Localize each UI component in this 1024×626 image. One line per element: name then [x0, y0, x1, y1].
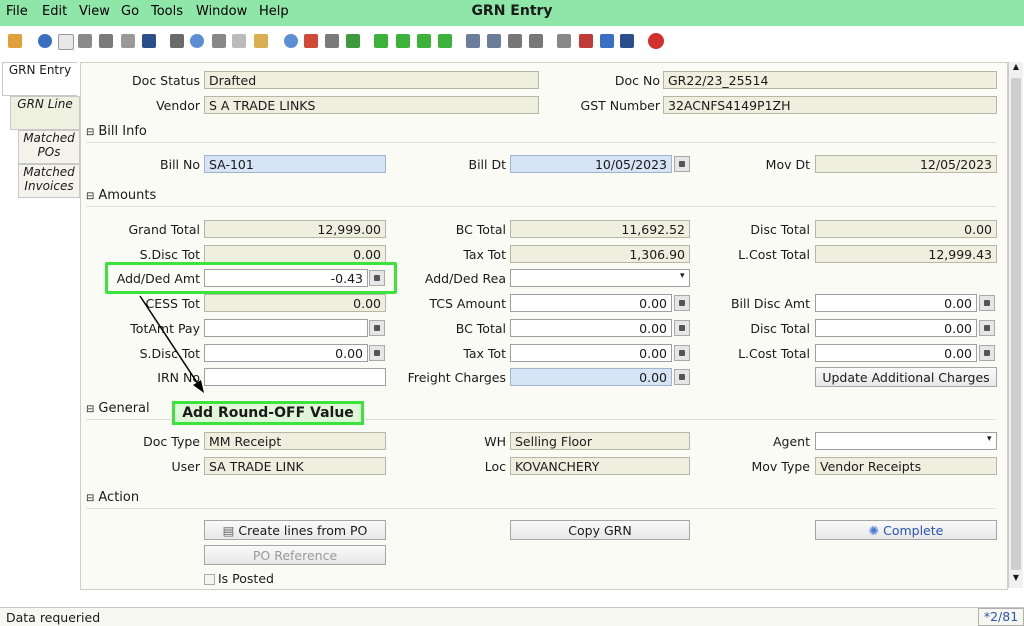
section-general-title: General: [98, 401, 150, 416]
user-field: SA TRADE LINK: [204, 457, 386, 475]
mov-type-field: Vendor Receipts: [815, 457, 997, 475]
agent-select[interactable]: [815, 432, 997, 450]
collapse-icon: ⊟: [86, 493, 95, 504]
wh-label: WH: [484, 434, 506, 449]
record-counter[interactable]: *2/81: [978, 608, 1024, 626]
doc-type-label: Doc Type: [143, 434, 200, 449]
wh-field: Selling Floor: [510, 432, 690, 450]
agent-label: Agent: [773, 434, 810, 449]
po-reference-button: PO Reference: [204, 545, 386, 565]
is-posted-label: Is Posted: [218, 571, 274, 586]
complete-label: Complete: [883, 523, 944, 538]
user-label: User: [171, 459, 201, 474]
scroll-up-icon[interactable]: ▲: [1009, 62, 1023, 76]
collapse-icon: ⊟: [86, 404, 95, 415]
gear-icon: ✺: [868, 523, 884, 538]
loc-label: Loc: [484, 459, 506, 474]
scroll-thumb[interactable]: [1011, 78, 1021, 570]
loc-field: KOVANCHERY: [510, 457, 690, 475]
status-bar: Data requeried *2/81: [0, 607, 1024, 626]
section-action-title: Action: [98, 490, 140, 505]
scroll-down-icon[interactable]: ▼: [1009, 573, 1023, 587]
create-lines-from-po-button[interactable]: ▤ Create lines from PO: [204, 520, 386, 540]
document-icon: ▤: [222, 523, 239, 538]
status-message: Data requeried: [6, 610, 101, 625]
section-action[interactable]: ⊟ Action: [86, 490, 996, 509]
mov-type-label: Mov Type: [751, 459, 810, 474]
doc-type-field: MM Receipt: [204, 432, 386, 450]
copy-grn-button[interactable]: Copy GRN: [510, 520, 690, 540]
is-posted-checkbox[interactable]: [204, 574, 215, 585]
chevron-down-icon[interactable]: ▾: [987, 434, 992, 444]
vertical-scrollbar[interactable]: ▲ ▼: [1008, 62, 1023, 588]
create-lines-label: Create lines from PO: [238, 523, 368, 538]
complete-button[interactable]: ✺ Complete: [815, 520, 997, 540]
round-off-callout: Add Round-OFF Value: [172, 401, 364, 425]
